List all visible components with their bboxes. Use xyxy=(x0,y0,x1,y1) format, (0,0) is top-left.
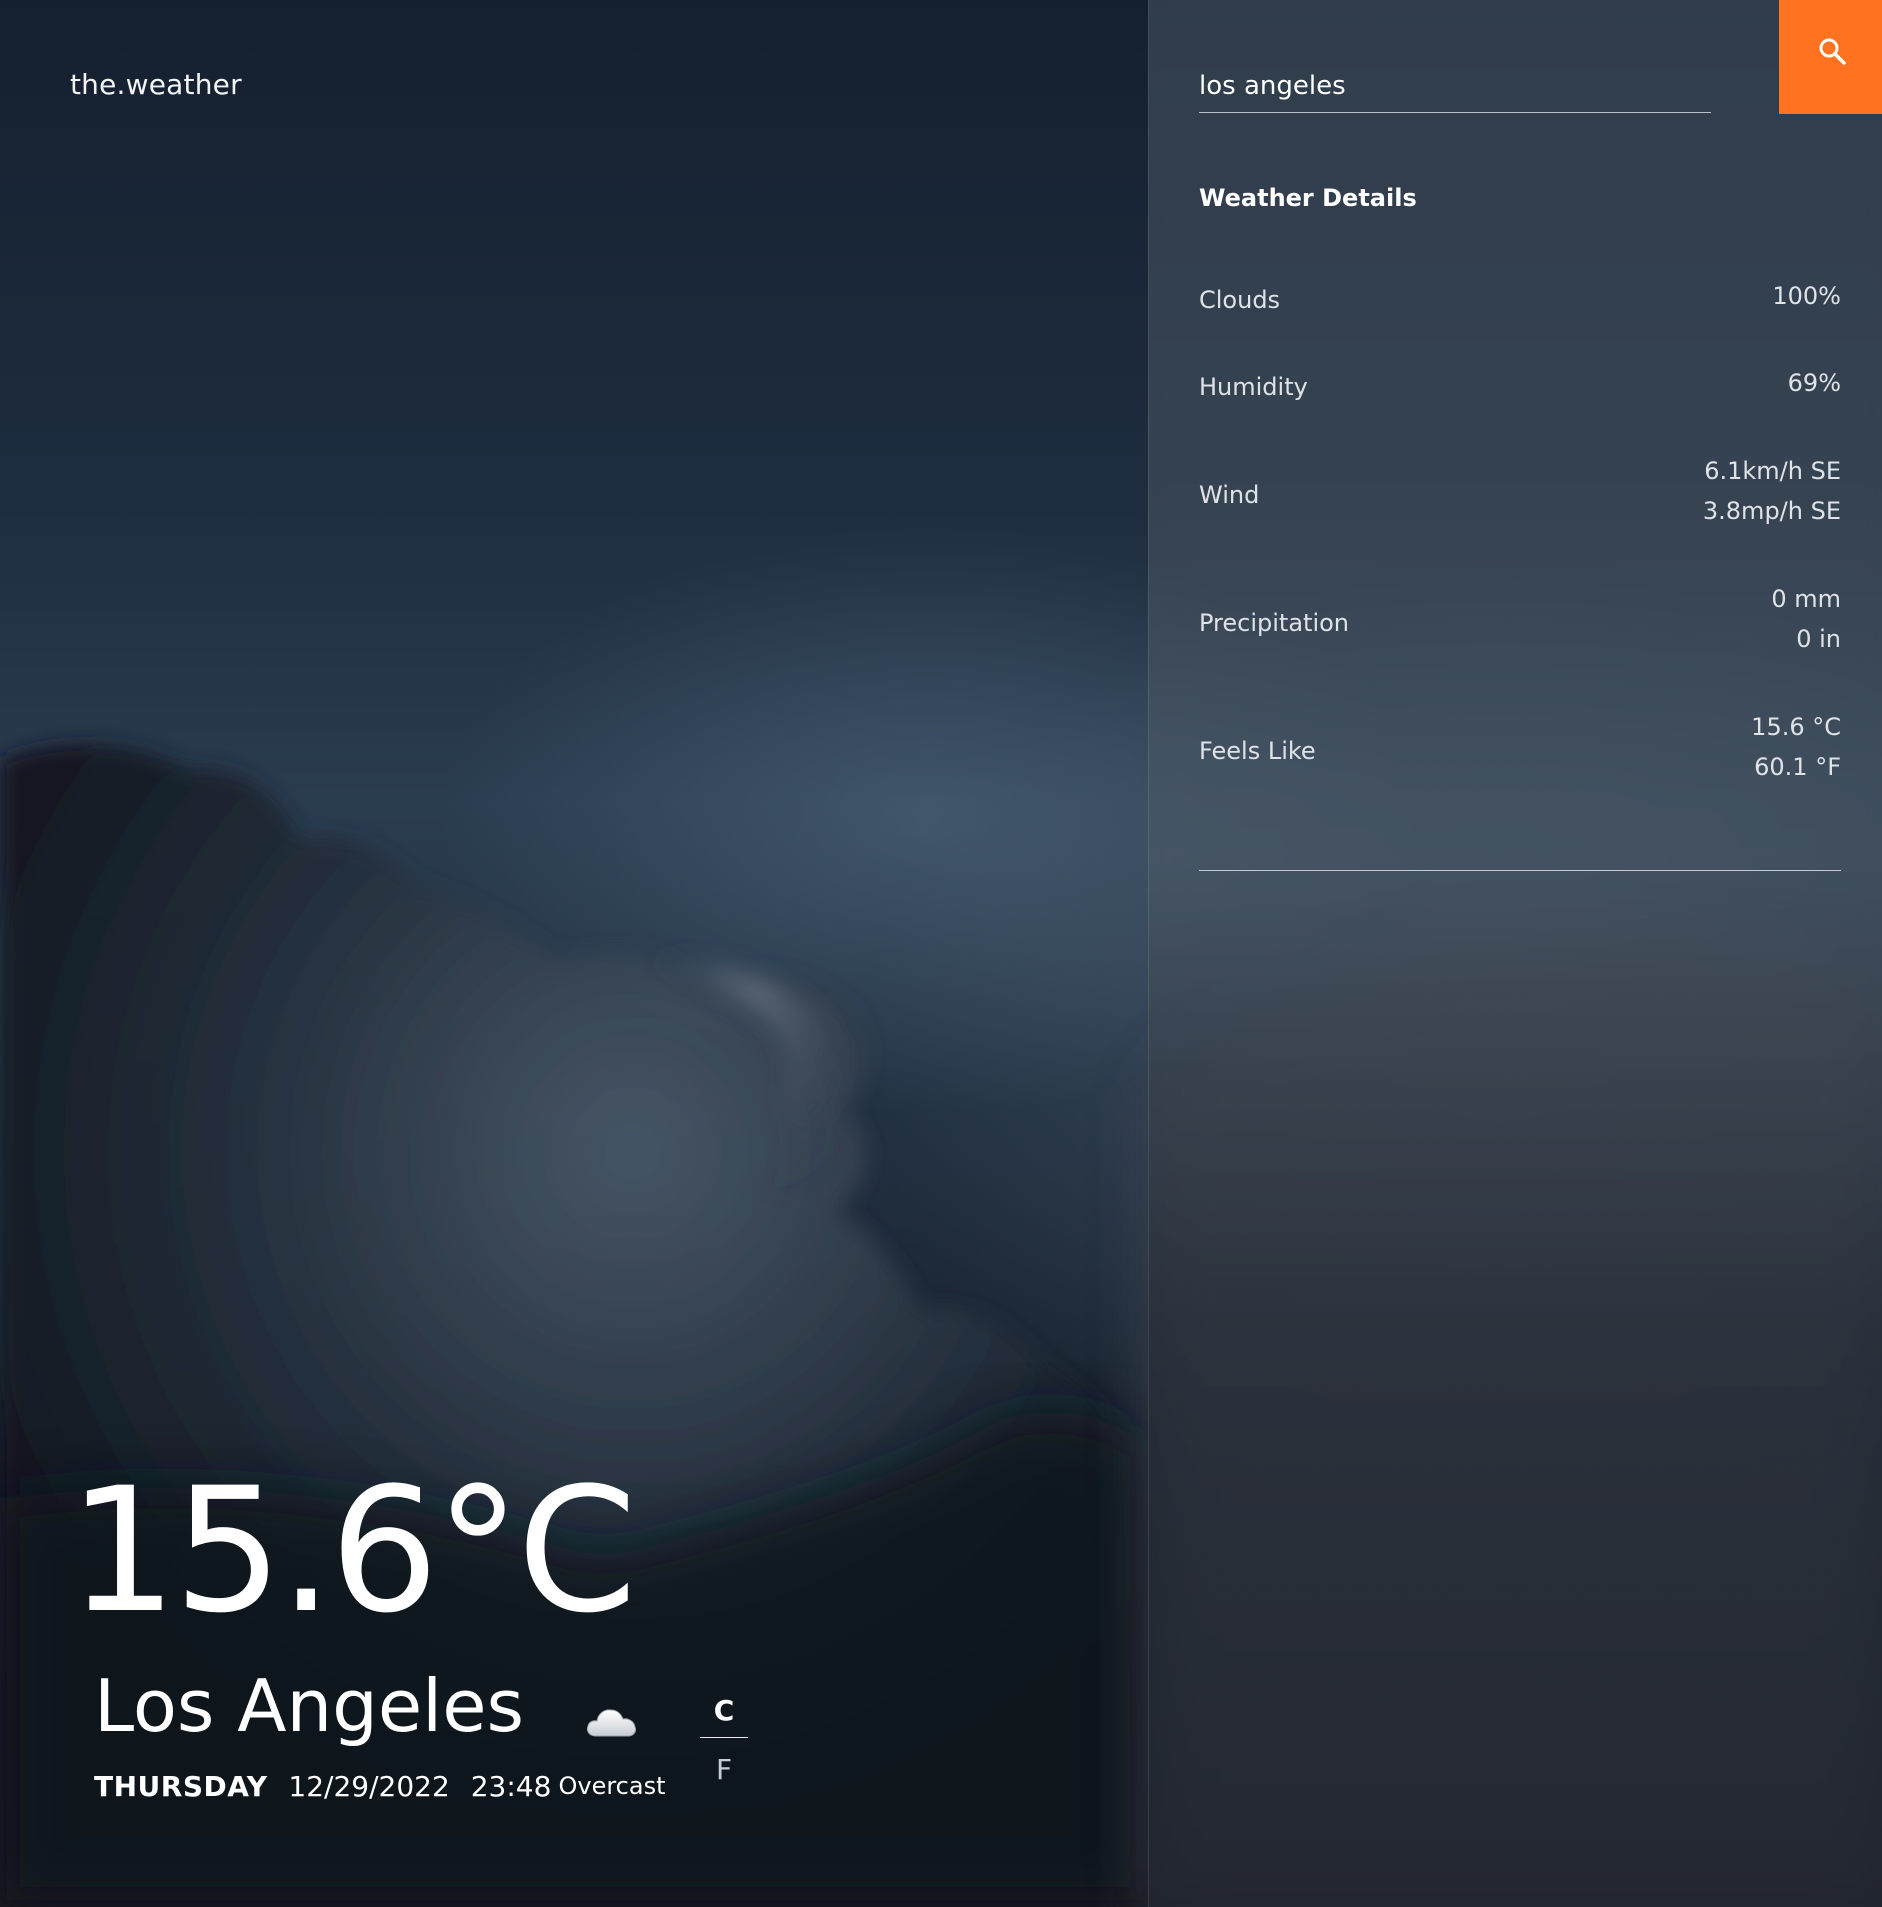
clouds-value: 100% xyxy=(1772,282,1841,310)
detail-label: Humidity xyxy=(1199,373,1308,401)
detail-value: 15.6 °C 60.1 °F xyxy=(1751,707,1841,787)
celsius-toggle[interactable]: C xyxy=(700,1697,748,1738)
search-icon xyxy=(1819,38,1846,65)
cloud-icon xyxy=(586,1709,636,1737)
detail-value: 0 mm 0 in xyxy=(1771,579,1841,659)
brand-logo[interactable]: the.weather xyxy=(70,68,242,101)
detail-value: 100% xyxy=(1772,276,1841,316)
weather-details-heading: Weather Details xyxy=(1199,184,1417,212)
date: 12/29/2022 xyxy=(288,1770,450,1803)
precipitation-mm-value: 0 mm xyxy=(1771,585,1841,613)
wind-kmh-value: 6.1km/h SE xyxy=(1704,457,1841,485)
detail-label: Wind xyxy=(1199,481,1260,509)
detail-label: Feels Like xyxy=(1199,737,1316,765)
city-name: Los Angeles xyxy=(94,1664,524,1748)
detail-value: 69% xyxy=(1788,363,1841,403)
feels-like-c-value: 15.6 °C xyxy=(1751,713,1841,741)
details-divider xyxy=(1199,870,1841,871)
detail-label: Clouds xyxy=(1199,286,1281,314)
detail-value: 6.1km/h SE 3.8mp/h SE xyxy=(1703,451,1841,531)
condition-label: Overcast xyxy=(558,1772,666,1800)
precipitation-in-value: 0 in xyxy=(1796,625,1841,653)
humidity-value: 69% xyxy=(1787,369,1841,397)
weather-condition: Overcast xyxy=(556,1700,668,1800)
details-panel: Weather Details Clouds 100% Humidity 69%… xyxy=(1148,0,1882,1907)
time: 23:48 xyxy=(470,1770,552,1803)
current-temperature: 15.6°C xyxy=(68,1450,637,1651)
search-button[interactable] xyxy=(1779,0,1882,114)
feels-like-f-value: 60.1 °F xyxy=(1754,753,1841,781)
unit-toggle[interactable]: C F xyxy=(700,1697,748,1784)
weekday: THURSDAY xyxy=(94,1770,268,1803)
wind-mph-value: 3.8mp/h SE xyxy=(1702,497,1841,525)
fahrenheit-toggle[interactable]: F xyxy=(700,1756,748,1784)
date-time: THURSDAY 12/29/2022 23:48 xyxy=(94,1770,551,1803)
detail-label: Precipitation xyxy=(1199,609,1350,637)
search-input[interactable] xyxy=(1199,60,1711,113)
